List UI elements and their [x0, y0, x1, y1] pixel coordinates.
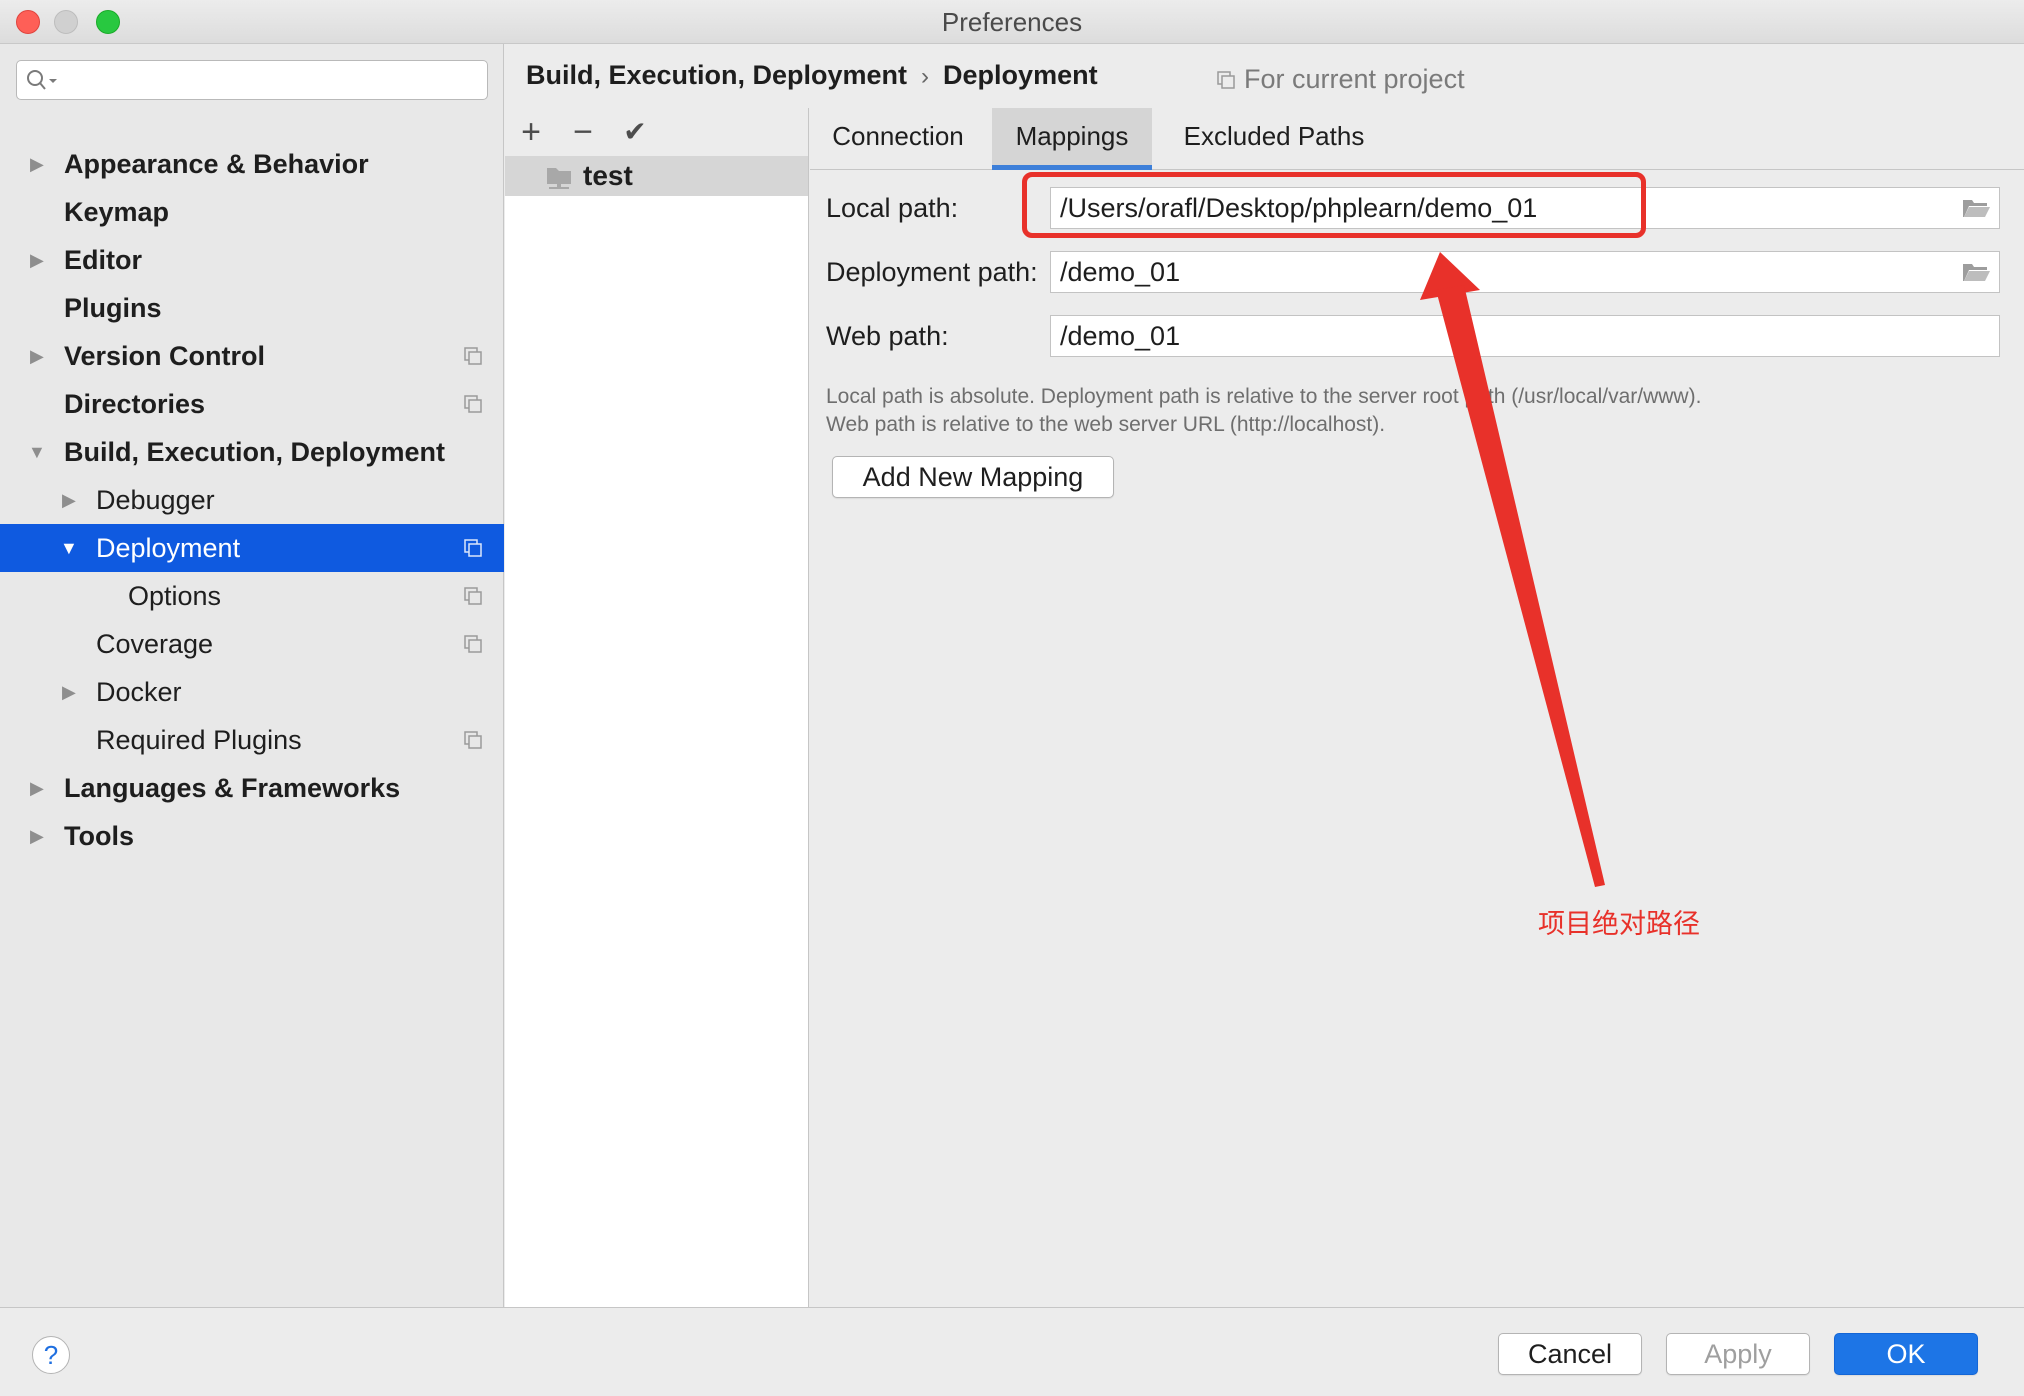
help-button[interactable]: ?	[32, 1336, 70, 1374]
cancel-button[interactable]: Cancel	[1498, 1333, 1642, 1375]
annotation-arrow-icon	[1420, 252, 1605, 887]
ok-button[interactable]: OK	[1834, 1333, 1978, 1375]
apply-button[interactable]: Apply	[1666, 1333, 1810, 1375]
annotation-text: 项目绝对路径	[1538, 909, 1700, 939]
dialog-footer: ? Cancel Apply OK	[0, 1307, 2024, 1396]
